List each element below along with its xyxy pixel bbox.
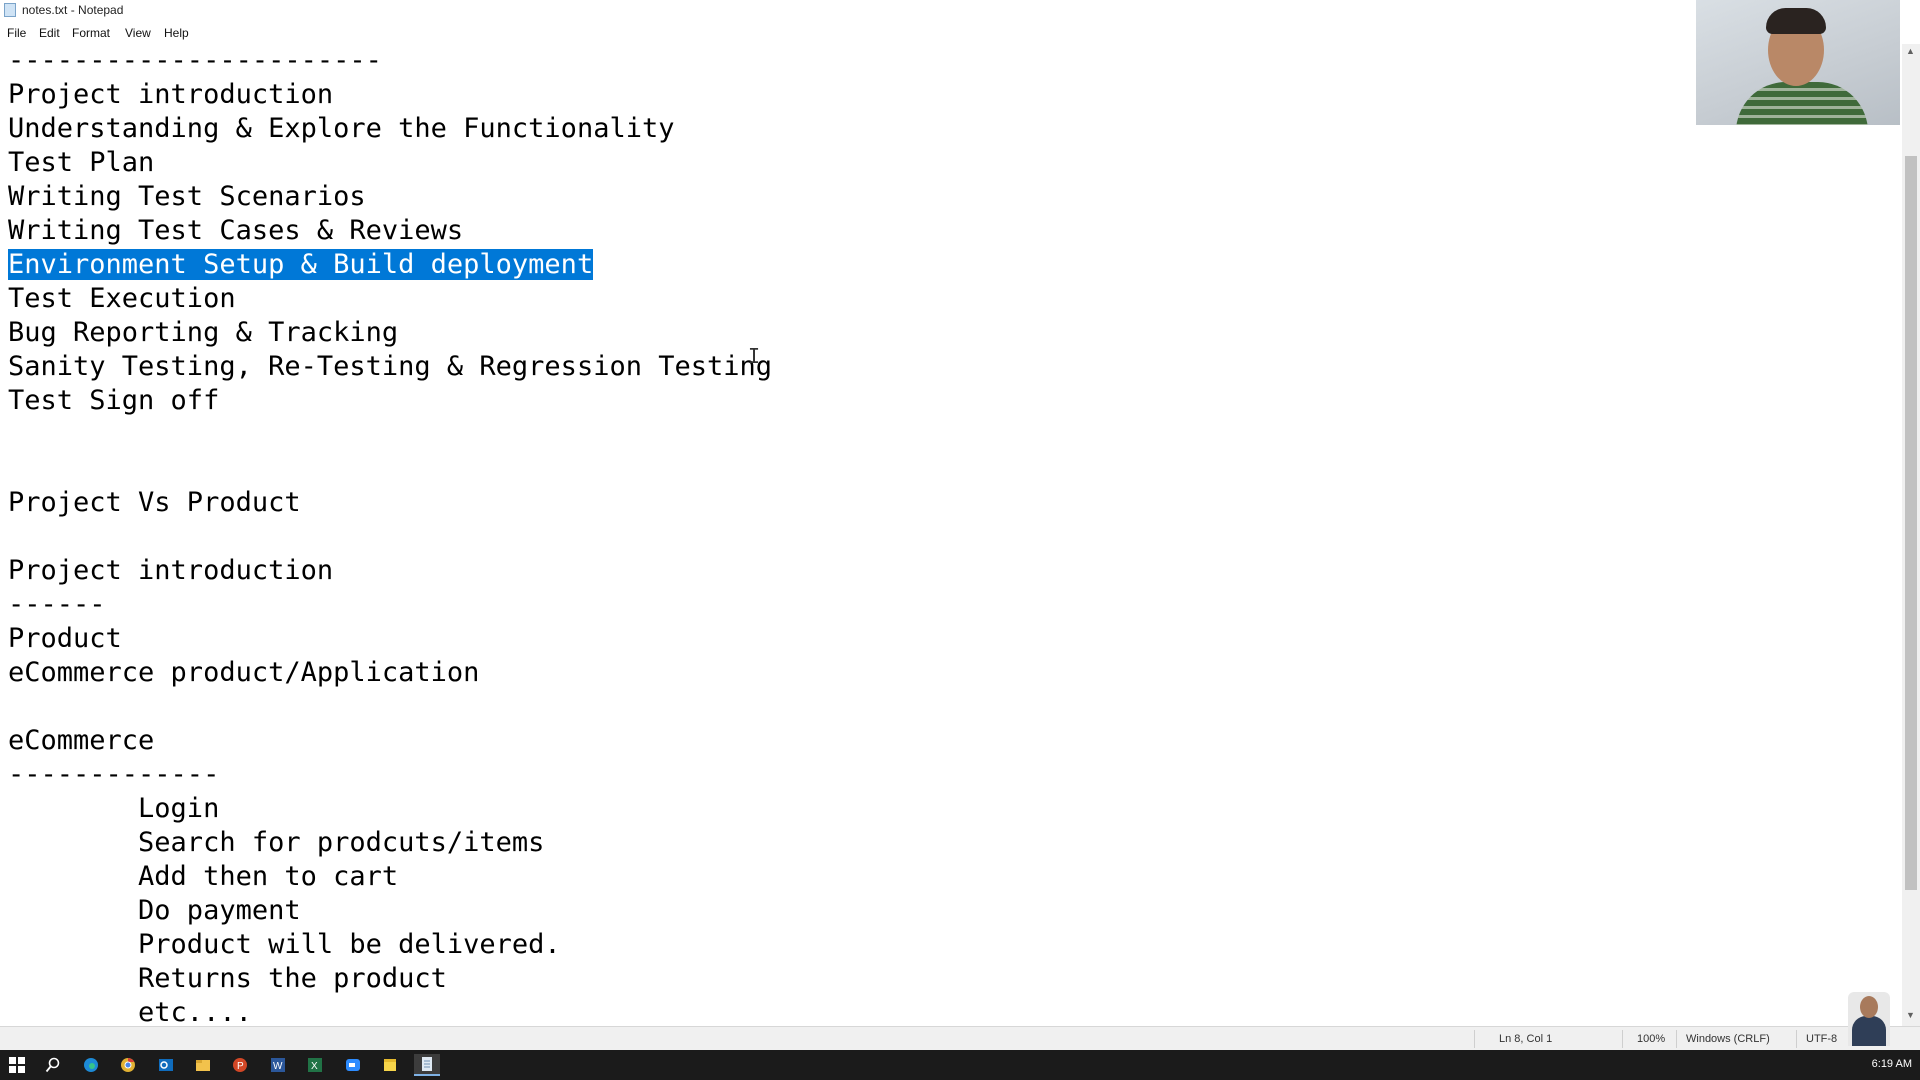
- status-bar: Ln 8, Col 1 100% Windows (CRLF) UTF-8: [0, 1026, 1920, 1051]
- excel-icon[interactable]: X: [304, 1054, 326, 1076]
- editor-line: etc....: [8, 997, 252, 1026]
- sticky-notes-icon[interactable]: [379, 1054, 401, 1076]
- avatar: [1848, 992, 1890, 1046]
- taskbar: P W X 6:19 AM: [0, 1050, 1920, 1080]
- cursor-position: Ln 8, Col 1: [1499, 1033, 1553, 1045]
- editor-line: Do payment: [8, 895, 301, 926]
- word-icon[interactable]: W: [267, 1054, 289, 1076]
- editor-line: Returns the product: [8, 963, 447, 994]
- webcam-overlay: [1696, 0, 1900, 125]
- editor-line: Login: [8, 793, 220, 824]
- editor-line: Product will be delivered.: [8, 929, 561, 960]
- editor-line: -----------------------: [8, 45, 382, 76]
- status-divider: [1622, 1030, 1623, 1048]
- editor-line: Product: [8, 623, 122, 654]
- editor-line: Test Plan: [8, 147, 155, 178]
- editor-line: Project introduction: [8, 555, 334, 586]
- editor-line: Test Sign off: [8, 385, 220, 416]
- editor-line: ------: [8, 589, 106, 620]
- svg-text:P: P: [237, 1061, 244, 1072]
- title-bar: notes.txt - Notepad: [0, 0, 1920, 22]
- editor-line: Understanding & Explore the Functionalit…: [8, 113, 675, 144]
- status-divider: [1676, 1030, 1677, 1048]
- scrollbar-thumb[interactable]: [1905, 156, 1917, 890]
- menu-view[interactable]: View: [125, 26, 151, 40]
- svg-text:X: X: [311, 1061, 318, 1072]
- menu-help[interactable]: Help: [164, 26, 189, 40]
- editor-line: Sanity Testing, Re-Testing & Regression …: [8, 351, 773, 382]
- status-divider: [1474, 1030, 1475, 1048]
- search-icon[interactable]: [42, 1054, 64, 1076]
- windows-start-icon[interactable]: [6, 1054, 28, 1076]
- text-selection: Environment Setup & Build deployment: [8, 249, 594, 280]
- notepad-icon: [4, 3, 16, 17]
- editor-line: -------------: [8, 759, 220, 790]
- scroll-up-icon[interactable]: ▲: [1906, 46, 1915, 56]
- menu-edit[interactable]: Edit: [39, 26, 60, 40]
- editor-line: Search for prodcuts/items: [8, 827, 545, 858]
- editor-line: Writing Test Cases & Reviews: [8, 215, 464, 246]
- presenter-hair: [1766, 8, 1826, 34]
- editor-line: Bug Reporting & Tracking: [8, 317, 399, 348]
- editor-line: Project Vs Product: [8, 487, 301, 518]
- taskbar-clock[interactable]: 6:19 AM: [1872, 1058, 1912, 1070]
- text-editor[interactable]: ----------------------- Project introduc…: [0, 44, 1902, 1026]
- zoom-level: 100%: [1637, 1033, 1666, 1045]
- edge-icon[interactable]: [80, 1054, 102, 1076]
- menu-bar: File Edit Format View Help: [0, 22, 1920, 45]
- chrome-icon[interactable]: [117, 1054, 139, 1076]
- editor-line: eCommerce product/Application: [8, 657, 480, 688]
- encoding: UTF-8: [1806, 1033, 1838, 1045]
- vertical-scrollbar[interactable]: ▲ ▼: [1902, 44, 1920, 1026]
- status-divider: [1796, 1030, 1797, 1048]
- editor-line: Writing Test Scenarios: [8, 181, 366, 212]
- presenter-body: [1736, 82, 1868, 125]
- zoom-icon[interactable]: [342, 1054, 364, 1076]
- file-explorer-icon[interactable]: [192, 1054, 214, 1076]
- editor-line: Test Execution: [8, 283, 236, 314]
- editor-line: eCommerce: [8, 725, 155, 756]
- editor-line: Add then to cart: [8, 861, 399, 892]
- editor-line: Project introduction: [8, 79, 334, 110]
- scroll-down-icon[interactable]: ▼: [1906, 1010, 1915, 1020]
- notepad-icon[interactable]: [414, 1054, 440, 1076]
- svg-text:W: W: [273, 1061, 283, 1072]
- powerpoint-icon[interactable]: P: [229, 1054, 251, 1076]
- line-ending: Windows (CRLF): [1686, 1033, 1770, 1045]
- outlook-icon[interactable]: [155, 1054, 177, 1076]
- avatar-body: [1852, 1016, 1886, 1046]
- menu-file[interactable]: File: [7, 26, 26, 40]
- menu-format[interactable]: Format: [72, 26, 110, 40]
- text-cursor-icon: I: [748, 344, 761, 368]
- window-title: notes.txt - Notepad: [22, 3, 124, 17]
- editor-line-selected: Environment Setup & Build deployment: [8, 248, 594, 282]
- avatar-head: [1860, 996, 1878, 1018]
